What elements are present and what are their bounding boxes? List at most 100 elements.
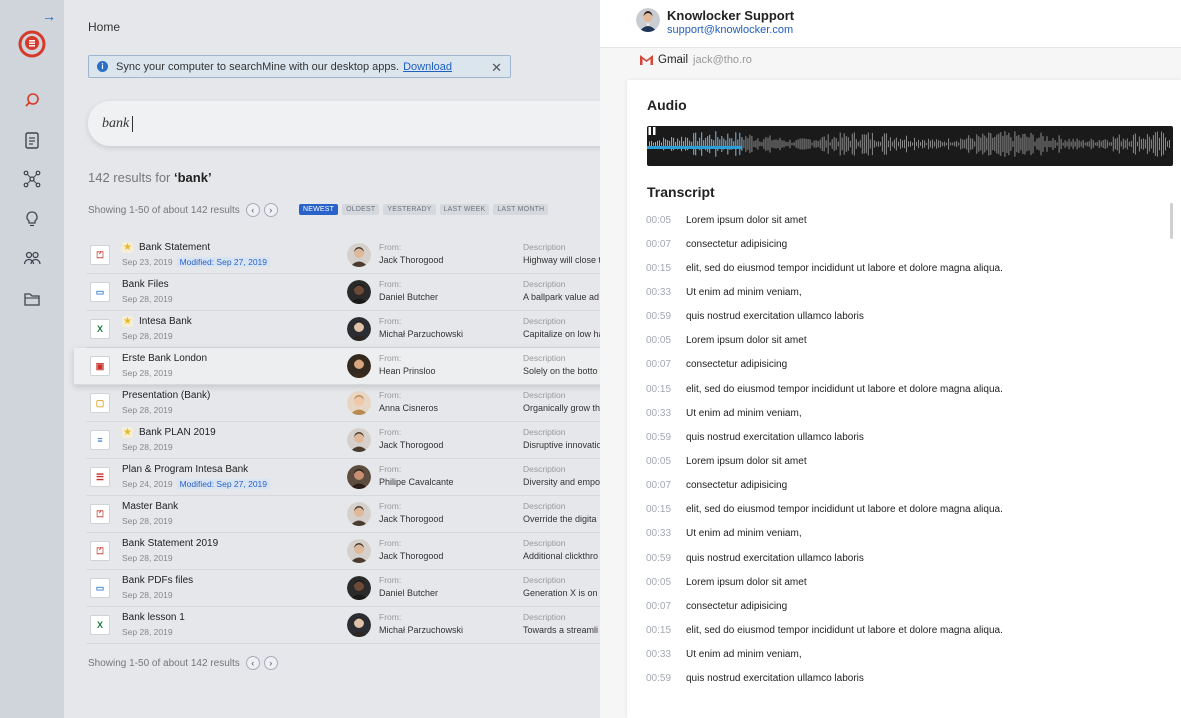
transcript-line[interactable]: 00:07 consectetur adipisicing — [646, 474, 1166, 498]
lightbulb-icon[interactable] — [22, 209, 42, 229]
transcript-time[interactable]: 00:07 — [646, 480, 686, 491]
transcript-time[interactable]: 00:05 — [646, 577, 686, 588]
transcript-line[interactable]: 00:05 Lorem ipsum dolor sit amet — [646, 449, 1166, 473]
audio-player[interactable] — [647, 126, 1173, 166]
transcript-line[interactable]: 00:33 Ut enim ad minim veniam, — [646, 280, 1166, 304]
star-icon[interactable]: ★ — [122, 242, 133, 253]
pause-icon[interactable] — [647, 126, 657, 136]
file-date-cell: Sep 28, 2019 — [122, 331, 173, 341]
prev-page-button-bottom[interactable]: ‹ — [245, 656, 260, 670]
transcript-time[interactable]: 00:33 — [646, 287, 686, 298]
table-row[interactable]: ☰ Plan & Program Intesa Bank Sep 24, 201… — [86, 459, 600, 496]
waveform-bar — [902, 140, 903, 148]
table-row[interactable]: ▭ Bank Files Sep 28, 2019 From: Daniel B… — [86, 274, 600, 311]
file-name-cell[interactable]: ★ Intesa Bank — [122, 316, 192, 327]
transcript-time[interactable]: 00:15 — [646, 625, 686, 636]
transcript-line[interactable]: 00:59 quis nostrud exercitation ullamco l… — [646, 305, 1166, 329]
transcript-line[interactable]: 00:07 consectetur adipisicing — [646, 232, 1166, 256]
star-icon[interactable]: ★ — [122, 316, 133, 327]
file-name-cell[interactable]: Bank lesson 1 — [122, 612, 185, 623]
transcript-line[interactable]: 00:15 elit, sed do eiusmod tempor incidid… — [646, 256, 1166, 280]
transcript-time[interactable]: 00:59 — [646, 311, 686, 322]
description-label: Description — [523, 353, 566, 363]
transcript-line[interactable]: 00:07 consectetur adipisicing — [646, 594, 1166, 618]
transcript-time[interactable]: 00:15 — [646, 384, 686, 395]
transcript-text: Ut enim ad minim veniam, — [686, 286, 802, 298]
table-row[interactable]: ≡ ★ Bank PLAN 2019 Sep 28, 2019 From: Jac… — [86, 422, 600, 459]
network-icon[interactable] — [22, 169, 42, 189]
file-name-cell[interactable]: Presentation (Bank) — [122, 390, 210, 401]
transcript-line[interactable]: 00:59 quis nostrud exercitation ullamco l… — [646, 546, 1166, 570]
transcript-time[interactable]: 00:05 — [646, 215, 686, 226]
transcript-line[interactable]: 00:05 Lorem ipsum dolor sit amet — [646, 208, 1166, 232]
table-row[interactable]: ⏍ ★ Bank Statement Sep 23, 2019 Modified: … — [86, 237, 600, 274]
table-row[interactable]: ⏍ Bank Statement 2019 Sep 28, 2019 From:… — [86, 533, 600, 570]
search-input[interactable]: bank — [88, 101, 600, 146]
arrow-right-icon[interactable]: → — [42, 8, 56, 24]
file-name-cell[interactable]: Erste Bank London — [122, 353, 207, 364]
next-page-button-bottom[interactable]: › — [263, 656, 278, 670]
scrollbar[interactable] — [1170, 203, 1173, 239]
transcript-line[interactable]: 00:33 Ut enim ad minim veniam, — [646, 643, 1166, 667]
file-name-cell[interactable]: ★ Bank Statement — [122, 242, 210, 253]
file-name-cell[interactable]: Bank Statement 2019 — [122, 538, 218, 549]
transcript-line[interactable]: 00:59 quis nostrud exercitation ullamco l… — [646, 667, 1166, 691]
people-icon[interactable] — [22, 248, 42, 268]
waveform-bar — [1064, 140, 1066, 148]
transcript-time[interactable]: 00:33 — [646, 649, 686, 660]
transcript-time[interactable]: 00:33 — [646, 408, 686, 419]
table-row[interactable]: ▢ Presentation (Bank) Sep 28, 2019 From:… — [86, 385, 600, 422]
filter-oldest[interactable]: OLDEST — [342, 204, 380, 215]
table-row[interactable]: X ★ Intesa Bank Sep 28, 2019 From: Michał… — [86, 311, 600, 348]
transcript-line[interactable]: 00:15 elit, sed do eiusmod tempor incidid… — [646, 618, 1166, 642]
table-row[interactable]: ▭ Bank PDFs files Sep 28, 2019 From: Dan… — [86, 570, 600, 607]
prev-page-button[interactable]: ‹ — [245, 203, 260, 217]
transcript-line[interactable]: 00:15 elit, sed do eiusmod tempor incidid… — [646, 377, 1166, 401]
transcript-time[interactable]: 00:07 — [646, 359, 686, 370]
table-row[interactable]: ▣ Erste Bank London Sep 28, 2019 From: H… — [74, 348, 600, 385]
audio-progress-bar[interactable] — [647, 146, 742, 149]
transcript-time[interactable]: 00:15 — [646, 504, 686, 515]
search-icon[interactable] — [22, 91, 42, 111]
filter-last-week[interactable]: LAST WEEK — [439, 204, 490, 215]
transcript-time[interactable]: 00:05 — [646, 335, 686, 346]
transcript-line[interactable]: 00:05 Lorem ipsum dolor sit amet — [646, 329, 1166, 353]
file-name-cell[interactable]: Master Bank — [122, 501, 178, 512]
transcript-line[interactable]: 00:59 quis nostrud exercitation ullamco l… — [646, 425, 1166, 449]
waveform-bar — [1152, 135, 1154, 153]
transcript-time[interactable]: 00:07 — [646, 601, 686, 612]
gmail-icon — [640, 55, 653, 65]
file-name-cell[interactable]: Bank Files — [122, 279, 169, 290]
close-icon[interactable]: ✕ — [491, 60, 502, 76]
transcript-time[interactable]: 00:33 — [646, 528, 686, 539]
transcript-line[interactable]: 00:33 Ut enim ad minim veniam, — [646, 522, 1166, 546]
support-email[interactable]: support@knowlocker.com — [667, 24, 793, 36]
table-row[interactable]: X Bank lesson 1 Sep 28, 2019 From: Micha… — [86, 607, 600, 644]
clipboard-icon[interactable] — [22, 130, 42, 150]
filter-newest[interactable]: NEWEST — [299, 204, 339, 215]
next-page-button[interactable]: › — [263, 203, 278, 217]
file-name-cell[interactable]: ★ Bank PLAN 2019 — [122, 427, 216, 438]
transcript-line[interactable]: 00:15 elit, sed do eiusmod tempor incidid… — [646, 498, 1166, 522]
transcript-time[interactable]: 00:05 — [646, 456, 686, 467]
transcript-time[interactable]: 00:59 — [646, 432, 686, 443]
breadcrumb[interactable]: Home — [88, 20, 120, 34]
folder-icon[interactable] — [22, 289, 42, 309]
transcript-time[interactable]: 00:59 — [646, 553, 686, 564]
file-name-cell[interactable]: Bank PDFs files — [122, 575, 193, 586]
transcript-line[interactable]: 00:07 consectetur adipisicing — [646, 353, 1166, 377]
download-link[interactable]: Download — [403, 61, 452, 73]
logo-icon[interactable] — [18, 30, 46, 58]
file-name-cell[interactable]: Plan & Program Intesa Bank — [122, 464, 248, 475]
audio-waveform[interactable] — [647, 126, 1173, 166]
table-row[interactable]: ⏍ Master Bank Sep 28, 2019 From: Jack Th… — [86, 496, 600, 533]
filter-last-month[interactable]: LAST MONTH — [493, 204, 549, 215]
star-icon[interactable]: ★ — [122, 427, 133, 438]
transcript-time[interactable]: 00:59 — [646, 673, 686, 684]
transcript-line[interactable]: 00:05 Lorem ipsum dolor sit amet — [646, 570, 1166, 594]
transcript-time[interactable]: 00:15 — [646, 263, 686, 274]
transcript-time[interactable]: 00:07 — [646, 239, 686, 250]
avatar — [347, 576, 371, 600]
transcript-line[interactable]: 00:33 Ut enim ad minim veniam, — [646, 401, 1166, 425]
filter-yesterday[interactable]: YESTERADY — [383, 204, 436, 215]
